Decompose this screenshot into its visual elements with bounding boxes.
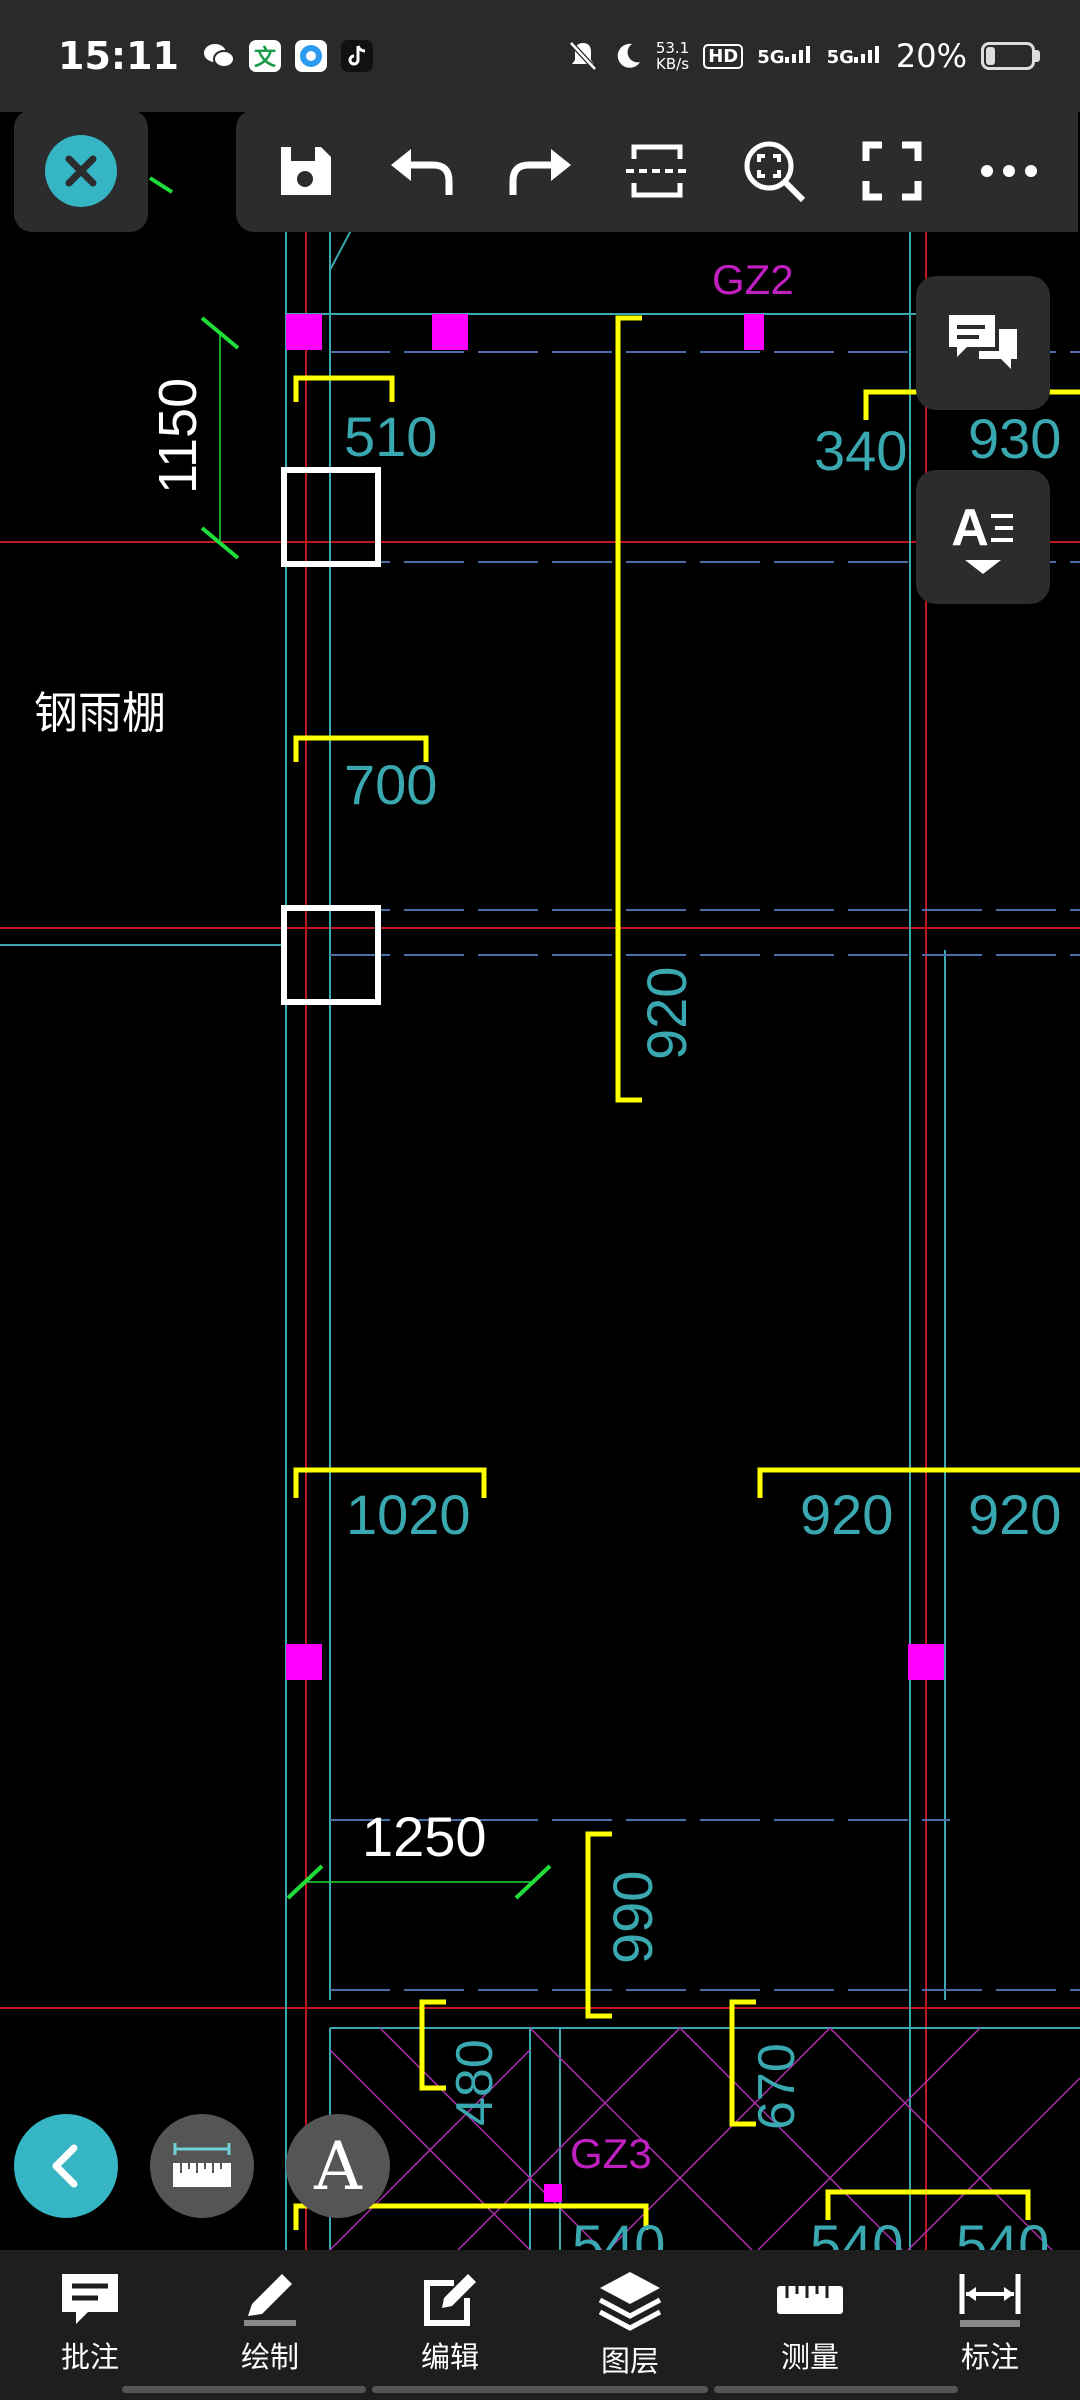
dimension-brackets — [293, 315, 1080, 2230]
dim-700: 700 — [344, 753, 437, 816]
undo-icon — [391, 149, 453, 195]
text-tool-label: A — [314, 2127, 362, 2205]
save-button[interactable] — [260, 126, 350, 216]
hd-badge: HD — [703, 43, 744, 69]
signal-icon — [853, 45, 879, 63]
comments-button[interactable] — [916, 276, 1050, 410]
dim-510: 510 — [344, 405, 437, 468]
align-lines-icon — [990, 514, 1013, 542]
redo-button[interactable] — [495, 126, 585, 216]
sim2-signal: 5G — [827, 45, 882, 68]
nav-dimension-label: 标注 — [960, 2340, 1019, 2374]
split-screen-icon — [625, 144, 688, 198]
signal-icon — [784, 45, 810, 63]
sim1-signal: 5G — [757, 45, 812, 68]
measure-ruler-icon — [777, 2286, 843, 2314]
column-label-gz2: GZ2 — [712, 256, 794, 303]
more-button[interactable] — [964, 126, 1054, 216]
mute-icon — [568, 41, 597, 71]
text-tool-button[interactable]: A — [286, 2114, 390, 2218]
battery-icon — [981, 42, 1040, 70]
zoom-extents-button[interactable] — [729, 126, 819, 216]
nav-edit[interactable]: 编辑 — [370, 2270, 530, 2376]
nav-measure-label: 测量 — [780, 2340, 839, 2374]
fullscreen-icon — [862, 141, 922, 201]
drawing-canvas[interactable]: GZ2 GZ3 钢雨棚 1150 510 340 930 700 920 102… — [0, 112, 1080, 2250]
top-toolbar — [236, 110, 1078, 232]
annotation-icon — [62, 2274, 118, 2324]
ruler-icon — [173, 2143, 231, 2187]
undo-button[interactable] — [377, 126, 467, 216]
edit-icon — [424, 2274, 476, 2326]
notification-icons: 文 — [203, 40, 373, 72]
nav-layers[interactable]: 图层 — [550, 2270, 710, 2380]
net-speed-unit: KB/s — [656, 55, 690, 73]
layers-icon — [598, 2272, 662, 2331]
close-icon — [65, 155, 97, 187]
sim2-label: 5G — [826, 46, 854, 68]
split-screen-button[interactable] — [612, 126, 702, 216]
text-style-button[interactable]: A — [916, 470, 1050, 604]
status-time: 15:11 — [58, 34, 179, 78]
redo-icon — [509, 149, 571, 195]
dim-920-b: 920 — [968, 1483, 1061, 1546]
cad-drawing[interactable]: GZ2 GZ3 钢雨棚 1150 510 340 930 700 920 102… — [0, 112, 1080, 2250]
dim-540-a: 540 — [572, 2213, 665, 2250]
nav-annotation-label: 批注 — [60, 2340, 119, 2374]
status-indicators: 53.1 KB/s HD 5G 5G 20% — [568, 37, 1040, 75]
dim-1250: 1250 — [362, 1805, 487, 1868]
nav-annotation[interactable]: 批注 — [10, 2270, 170, 2376]
dim-670: 670 — [748, 2043, 806, 2130]
text-style-label: A — [951, 499, 989, 557]
dim-920-vertical: 920 — [635, 967, 698, 1060]
net-speed: 53.1 KB/s — [656, 40, 689, 72]
fullscreen-button[interactable] — [847, 126, 937, 216]
nav-dimension[interactable]: 标注 — [910, 2270, 1070, 2376]
measure-button[interactable] — [150, 2114, 254, 2218]
sim1-label: 5G — [757, 46, 785, 68]
wps-icon: 文 — [248, 40, 281, 72]
more-icon — [981, 165, 1038, 177]
chevron-left-icon — [52, 2144, 78, 2188]
dimension-icon — [959, 2274, 1021, 2327]
comment-bubbles-icon — [949, 315, 1017, 369]
wechat-icon — [203, 40, 235, 72]
nav-draw[interactable]: 绘制 — [190, 2270, 350, 2376]
dim-1020: 1020 — [346, 1483, 471, 1546]
nav-draw-label: 绘制 — [240, 2340, 299, 2374]
save-icon — [280, 147, 331, 195]
qq-browser-icon — [294, 40, 327, 72]
dim-1150: 1150 — [148, 378, 208, 494]
nav-edit-label: 编辑 — [420, 2340, 479, 2374]
nav-layers-label: 图层 — [600, 2344, 659, 2378]
do-not-disturb-moon-icon — [617, 43, 640, 68]
chevron-down-icon — [965, 560, 1001, 574]
dim-920-a: 920 — [800, 1483, 893, 1546]
dim-930: 930 — [968, 407, 1061, 470]
bottom-nav: 批注 绘制 编辑 图层 测量 标注 — [0, 2250, 1080, 2400]
dim-990: 990 — [601, 1871, 664, 1964]
pencil-icon — [244, 2274, 296, 2326]
battery-percent: 20% — [895, 37, 967, 75]
canopy-label: 钢雨棚 — [34, 689, 166, 738]
home-indicator — [0, 2386, 1080, 2394]
nav-measure[interactable]: 测量 — [730, 2270, 890, 2376]
net-speed-value: 53.1 — [655, 39, 690, 57]
zoom-extents-icon — [744, 141, 806, 203]
close-panel — [14, 110, 148, 232]
dim-480: 480 — [446, 2039, 504, 2126]
status-bar: 15:11 文 53.1 KB/s HD 5G 5G 20% — [0, 0, 1080, 112]
dim-340: 340 — [814, 419, 907, 482]
dim-540-c: 540 — [956, 2213, 1049, 2250]
close-button[interactable] — [45, 135, 117, 207]
tiktok-icon — [340, 40, 373, 72]
dim-540-b: 540 — [810, 2213, 903, 2250]
back-button[interactable] — [14, 2114, 118, 2218]
column-label-gz3: GZ3 — [570, 2130, 652, 2177]
